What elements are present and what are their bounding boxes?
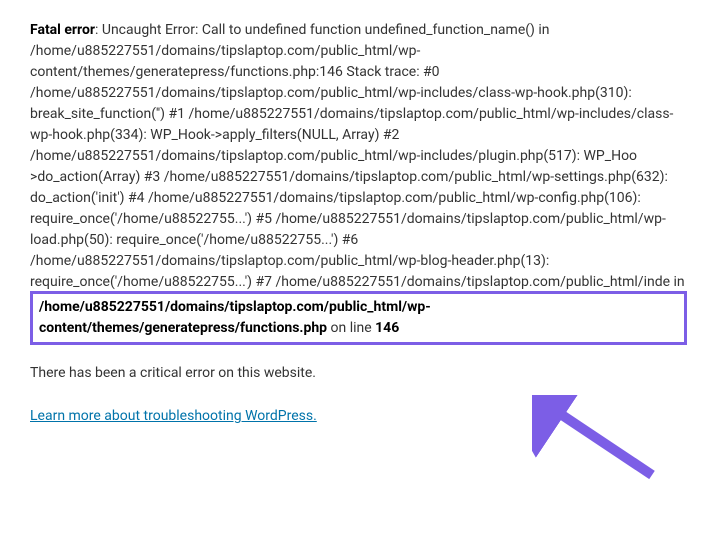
fatal-error-label: Fatal error	[30, 22, 95, 38]
critical-error-message: There has been a critical error on this …	[30, 363, 687, 384]
error-separator: :	[95, 22, 102, 38]
annotation-arrow	[532, 395, 662, 485]
error-stack-trace: Uncaught Error: Call to undefined functi…	[30, 22, 685, 290]
highlighted-path-box: /home/u885227551/domains/tipslaptop.com/…	[30, 291, 687, 345]
error-line-number: 146	[375, 320, 399, 336]
on-line-text: on line	[327, 320, 375, 336]
fatal-error-block: Fatal error: Uncaught Error: Call to und…	[30, 20, 687, 345]
troubleshooting-link[interactable]: Learn more about troubleshooting WordPre…	[30, 408, 317, 424]
